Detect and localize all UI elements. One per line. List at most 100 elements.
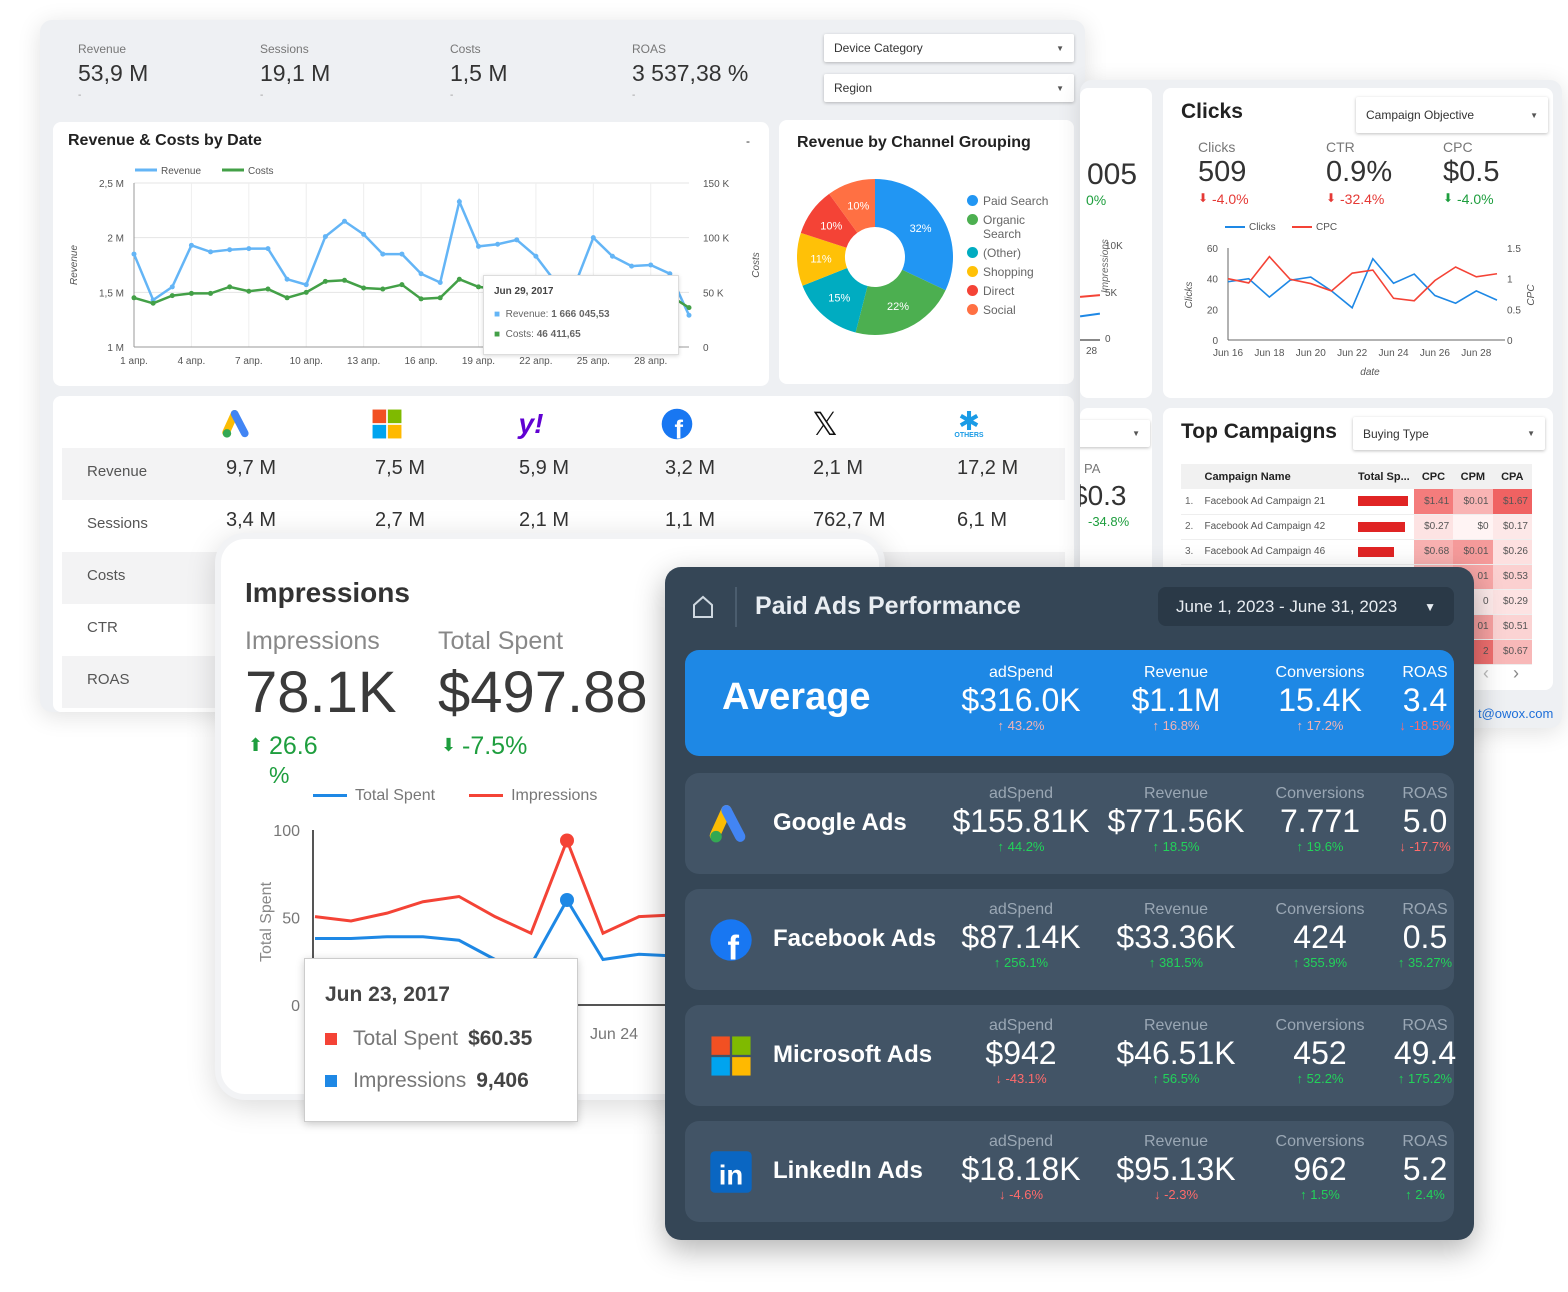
- platform-row-google-ads[interactable]: Google Ads adSpend $155.81K ↑ 44.2% Revenue $…: [685, 773, 1454, 874]
- data-point[interactable]: [361, 285, 367, 291]
- data-point[interactable]: [399, 282, 405, 288]
- legend-label: Organic Search: [983, 213, 1026, 241]
- region-dropdown[interactable]: Region ▼: [824, 74, 1074, 102]
- microsoft-icon: [372, 409, 402, 439]
- platform-header-google-ads-icon[interactable]: [218, 404, 258, 444]
- cpa-cell: $0.29: [1492, 589, 1532, 614]
- data-point[interactable]: [322, 278, 328, 284]
- data-point[interactable]: [380, 251, 386, 257]
- platform-header-microsoft-icon[interactable]: [367, 404, 407, 444]
- legend-item[interactable]: Organic Search: [967, 213, 1057, 241]
- data-point[interactable]: [361, 231, 367, 237]
- slice-label: 15%: [828, 293, 850, 305]
- date-range-picker[interactable]: June 1, 2023 - June 31, 2023 ▼: [1158, 587, 1454, 626]
- metric-value: $33.36K: [1116, 919, 1236, 955]
- partial-dropdown[interactable]: ▼: [1080, 420, 1150, 447]
- data-point[interactable]: [169, 293, 175, 299]
- legend-item[interactable]: (Other): [967, 246, 1057, 260]
- x-tick-label: 22 апр.: [519, 356, 552, 367]
- device-category-dropdown[interactable]: Device Category ▼: [824, 34, 1074, 62]
- data-point[interactable]: [590, 235, 596, 241]
- data-point[interactable]: [342, 277, 348, 283]
- data-point[interactable]: [342, 218, 348, 224]
- platform-header-yahoo-icon[interactable]: y!: [511, 404, 551, 444]
- legend-item[interactable]: Shopping: [967, 265, 1057, 279]
- column-header[interactable]: Campaign Name: [1201, 464, 1355, 489]
- arrow-down-icon: ⬇: [1443, 191, 1454, 205]
- data-point[interactable]: [265, 246, 271, 252]
- data-point[interactable]: [514, 237, 520, 243]
- column-header[interactable]: Total Sp...: [1354, 464, 1414, 489]
- data-point[interactable]: [169, 284, 175, 290]
- row-label-sessions: Sessions: [87, 515, 148, 532]
- data-point[interactable]: [131, 251, 137, 257]
- legend-item[interactable]: Direct: [967, 284, 1057, 298]
- data-point[interactable]: [188, 290, 194, 296]
- platform-row-linkedin-ads[interactable]: in LinkedIn Ads adSpend $18.18K ↓ -4.6% Reven…: [685, 1121, 1454, 1222]
- data-point[interactable]: [227, 247, 233, 253]
- data-point[interactable]: [208, 290, 214, 296]
- data-point[interactable]: [418, 296, 424, 302]
- next-page-button[interactable]: ›: [1513, 663, 1519, 684]
- delta-value: 381.5%: [1159, 955, 1204, 970]
- table-row[interactable]: 2. Facebook Ad Campaign 42 $0.27 $0 $0.17: [1181, 514, 1532, 539]
- data-point[interactable]: [609, 253, 615, 259]
- data-point[interactable]: [475, 243, 481, 249]
- highlight-point[interactable]: [560, 833, 574, 848]
- data-point[interactable]: [456, 199, 462, 205]
- data-point[interactable]: [456, 276, 462, 282]
- data-point[interactable]: [322, 234, 328, 240]
- column-header[interactable]: CPC: [1414, 464, 1453, 489]
- data-point[interactable]: [284, 295, 290, 301]
- svg-text:in: in: [719, 1160, 744, 1191]
- metric-value: $155.81K: [952, 803, 1090, 839]
- row-number: 1.: [1185, 495, 1194, 507]
- data-point[interactable]: [475, 284, 481, 290]
- data-point[interactable]: [495, 241, 501, 247]
- data-point[interactable]: [265, 286, 271, 292]
- data-point[interactable]: [246, 288, 252, 294]
- data-point[interactable]: [208, 249, 214, 255]
- legend-item[interactable]: Paid Search: [967, 194, 1057, 208]
- column-header[interactable]: CPM: [1453, 464, 1492, 489]
- data-point[interactable]: [418, 271, 424, 277]
- column-header[interactable]: CPA: [1493, 464, 1532, 489]
- kpi-label: CTR: [1326, 139, 1355, 155]
- platform-row-microsoft-ads[interactable]: Microsoft Ads adSpend $942 ↓ -43.1% Revenue $…: [685, 1005, 1456, 1106]
- platform-header-facebook-icon[interactable]: f: [657, 404, 697, 444]
- data-point[interactable]: [686, 305, 692, 311]
- data-point[interactable]: [533, 253, 539, 259]
- data-point[interactable]: [150, 300, 156, 306]
- data-point[interactable]: [629, 263, 635, 269]
- data-point[interactable]: [303, 282, 309, 288]
- platform-header-others-icon[interactable]: ✱ OTHERS: [949, 404, 989, 444]
- data-point[interactable]: [686, 312, 692, 318]
- device-category-label: Device Category: [834, 41, 923, 55]
- metric-label: Revenue: [1143, 901, 1209, 918]
- data-point[interactable]: [303, 289, 309, 295]
- data-point[interactable]: [246, 246, 252, 252]
- google-ads-icon: [222, 409, 249, 438]
- home-icon[interactable]: [692, 595, 714, 619]
- data-point[interactable]: [284, 276, 290, 282]
- table-row[interactable]: 1. Facebook Ad Campaign 21 $1.41 $0.01 $1.67: [1181, 489, 1532, 514]
- highlight-point[interactable]: [560, 893, 574, 907]
- y-tick-label: 60: [1207, 244, 1219, 255]
- table-row[interactable]: 3. Facebook Ad Campaign 46 $0.68 $0.01 $0.26: [1181, 539, 1532, 564]
- campaign-objective-dropdown[interactable]: Campaign Objective ▼: [1356, 97, 1548, 133]
- y2-tick-label: 1: [1507, 275, 1513, 286]
- data-point[interactable]: [380, 286, 386, 292]
- data-point[interactable]: [399, 251, 405, 257]
- x-tick-label: Jun 22: [1337, 348, 1367, 359]
- caret-down-icon: ▼: [1530, 110, 1538, 120]
- platform-row-facebook-ads[interactable]: f Facebook Ads adSpend $87.14K ↑ 256.1% Reven…: [685, 889, 1454, 990]
- data-point[interactable]: [188, 242, 194, 248]
- legend-item[interactable]: Social: [967, 303, 1057, 317]
- data-point[interactable]: [437, 295, 443, 301]
- buying-type-dropdown[interactable]: Buying Type ▼: [1353, 417, 1545, 450]
- data-point[interactable]: [648, 262, 654, 268]
- data-point[interactable]: [227, 284, 233, 290]
- data-point[interactable]: [437, 279, 443, 285]
- data-point[interactable]: [131, 295, 137, 301]
- platform-header-x-icon[interactable]: 𝕏: [805, 404, 845, 444]
